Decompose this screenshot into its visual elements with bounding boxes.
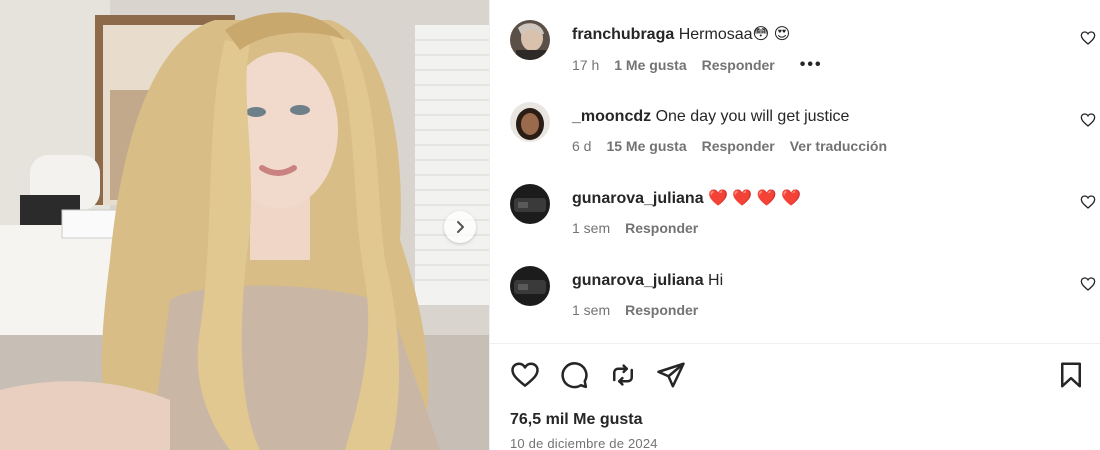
comment-username[interactable]: gunarova_juliana: [572, 190, 704, 207]
comment-text: Hi: [708, 272, 724, 289]
comment-icon[interactable]: [559, 360, 589, 390]
comment-meta: 6 d 15 Me gusta Responder Ver traducción: [572, 138, 887, 154]
comment-meta: 1 sem Responder: [572, 220, 698, 236]
comment-body: gunarova_juliana Hi: [572, 270, 723, 292]
post-date[interactable]: 10 de diciembre de 2024: [510, 436, 658, 450]
comment-time[interactable]: 17 h: [572, 57, 599, 73]
like-comment-icon[interactable]: [1080, 30, 1096, 46]
comment-text: One day you will get justice: [655, 108, 850, 125]
comment-likes[interactable]: 15 Me gusta: [606, 138, 686, 154]
comment-item: _mooncdz One day you will get justice 6 …: [510, 102, 1096, 172]
comment-meta: 17 h 1 Me gusta Responder •••: [572, 56, 823, 74]
comment-item: gunarova_juliana ❤️ ❤️ ❤️ ❤️ 1 sem Respo…: [510, 184, 1096, 254]
comment-item: franchubraga Hermosaa😳 😍 17 h 1 Me gusta…: [510, 20, 1096, 90]
comment-username[interactable]: gunarova_juliana: [572, 272, 704, 289]
post-actions: 76,5 mil Me gusta 10 de diciembre de 202…: [490, 344, 1100, 450]
post-image[interactable]: [0, 0, 489, 450]
avatar[interactable]: [510, 184, 550, 224]
chevron-right-icon: [457, 221, 464, 233]
comment-body: gunarova_juliana ❤️ ❤️ ❤️ ❤️: [572, 188, 801, 210]
comment-text: Hermosaa😳 😍: [678, 26, 791, 43]
like-comment-icon[interactable]: [1080, 112, 1096, 128]
comment-time[interactable]: 1 sem: [572, 302, 610, 318]
comment-username[interactable]: franchubraga: [572, 26, 674, 43]
reply-button[interactable]: Responder: [625, 302, 698, 318]
comment-username[interactable]: _mooncdz: [572, 108, 651, 125]
reply-button[interactable]: Responder: [702, 138, 775, 154]
share-icon[interactable]: [656, 360, 686, 390]
like-comment-icon[interactable]: [1080, 194, 1096, 210]
avatar-image: [510, 266, 550, 306]
like-count[interactable]: 76,5 mil Me gusta: [510, 411, 643, 429]
translate-button[interactable]: Ver traducción: [790, 138, 887, 154]
avatar[interactable]: [510, 102, 550, 142]
reply-button[interactable]: Responder: [702, 57, 775, 73]
avatar-image: [510, 184, 550, 224]
avatar[interactable]: [510, 266, 550, 306]
comment-item: gunarova_juliana Hi 1 sem Responder: [510, 266, 1096, 336]
comment-time[interactable]: 6 d: [572, 138, 591, 154]
bookmark-icon[interactable]: [1056, 360, 1086, 390]
comment-body: franchubraga Hermosaa😳 😍: [572, 24, 790, 46]
comment-list: franchubraga Hermosaa😳 😍 17 h 1 Me gusta…: [490, 0, 1100, 343]
comment-meta: 1 sem Responder: [572, 302, 698, 318]
like-comment-icon[interactable]: [1080, 276, 1096, 292]
comment-time[interactable]: 1 sem: [572, 220, 610, 236]
comment-likes[interactable]: 1 Me gusta: [614, 57, 686, 73]
avatar[interactable]: [510, 20, 550, 60]
more-options-button[interactable]: •••: [800, 56, 823, 74]
comment-text: ❤️ ❤️ ❤️ ❤️: [708, 190, 802, 207]
reply-button[interactable]: Responder: [625, 220, 698, 236]
avatar-image: [510, 102, 550, 142]
comment-body: _mooncdz One day you will get justice: [572, 106, 849, 128]
avatar-image: [510, 20, 550, 60]
post-detail-panel: franchubraga Hermosaa😳 😍 17 h 1 Me gusta…: [489, 0, 1100, 450]
repost-icon[interactable]: [608, 360, 638, 390]
next-image-button[interactable]: [444, 211, 476, 243]
post-photo-illustration: [0, 0, 489, 450]
heart-icon[interactable]: [510, 360, 540, 390]
